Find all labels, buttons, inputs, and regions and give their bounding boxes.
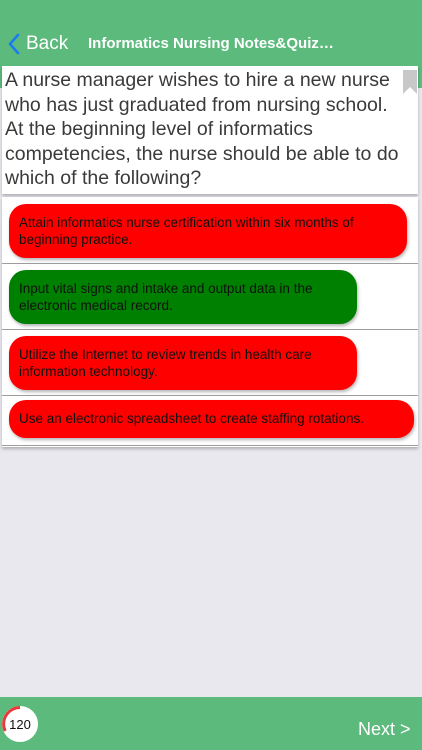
question-text: A nurse manager wishes to hire a new nur… [5,69,399,189]
question-card: A nurse manager wishes to hire a new nur… [2,66,418,194]
answer-row: Utilize the Internet to review trends in… [2,329,418,396]
answer-row: Attain informatics nurse certification w… [2,197,418,264]
answer-option-2[interactable]: Input vital signs and intake and output … [9,270,357,324]
next-button[interactable]: Next > [358,719,411,740]
answer-option-text: Attain informatics nurse certification w… [19,214,354,248]
answer-option-4[interactable]: Use an electronic spreadsheet to create … [9,400,414,438]
back-label: Back [26,33,69,54]
answer-option-3[interactable]: Utilize the Internet to review trends in… [9,336,357,390]
answer-row: Use an electronic spreadsheet to create … [2,395,418,446]
bottom-bar: 120 Next > [0,697,422,750]
answer-option-1[interactable]: Attain informatics nurse certification w… [9,204,407,258]
page-title: Informatics Nursing Notes&Quizze... [88,35,338,52]
back-button[interactable]: Back [8,30,68,58]
question-counter: 120 [2,706,38,742]
answer-option-text: Utilize the Internet to review trends in… [19,346,312,380]
answer-row: Input vital signs and intake and output … [2,263,418,330]
answer-list: Attain informatics nurse certification w… [2,197,418,447]
chevron-left-icon [8,33,20,55]
bookmark-icon[interactable] [403,70,417,94]
answer-option-text: Use an electronic spreadsheet to create … [19,411,364,427]
answer-option-text: Input vital signs and intake and output … [19,280,313,314]
counter-value: 120 [9,716,31,732]
